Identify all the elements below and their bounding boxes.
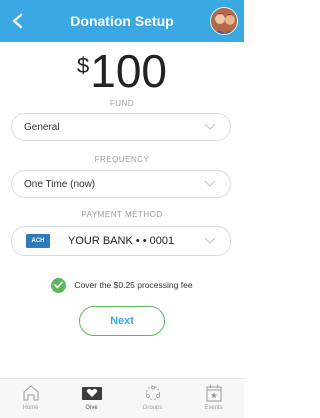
fund-select[interactable]: General: [11, 113, 231, 141]
payment-method-select[interactable]: ACH YOUR BANK • • 0001: [11, 226, 231, 256]
processing-fee-option: Cover the $0.25 processing fee: [0, 276, 244, 294]
fee-text: Cover the $0.25 processing fee: [74, 280, 193, 290]
calendar-icon: [206, 385, 221, 402]
chevron-left-icon: [12, 13, 23, 29]
frequency-label: FREQUENCY: [94, 155, 150, 164]
back-button[interactable]: [6, 9, 30, 33]
avatar-image: [211, 8, 237, 34]
frequency-select[interactable]: One Time (now): [11, 170, 231, 198]
payment-method-label: PAYMENT METHOD: [81, 210, 163, 219]
tab-give-label: Give: [85, 405, 98, 411]
donation-amount[interactable]: $ 100: [0, 48, 244, 98]
ach-badge: ACH: [26, 234, 50, 248]
tab-groups[interactable]: Groups: [122, 379, 183, 418]
chevron-down-icon: [204, 237, 216, 244]
next-button[interactable]: Next: [79, 306, 165, 336]
checkmark-icon: [54, 281, 64, 289]
page-title: Donation Setup: [70, 13, 174, 29]
tab-groups-label: Groups: [142, 405, 163, 411]
fund-label: FUND: [109, 99, 135, 108]
chevron-down-icon: [204, 123, 216, 130]
give-icon: [81, 387, 102, 400]
avatar[interactable]: [210, 7, 238, 35]
groups-icon: [145, 385, 160, 400]
tab-home-label: Home: [22, 405, 39, 411]
tab-home[interactable]: Home: [0, 379, 61, 418]
currency-symbol: $: [77, 53, 90, 78]
tab-events-label: Events: [204, 405, 223, 411]
home-icon: [23, 385, 38, 401]
payment-method-value: YOUR BANK • • 0001: [68, 235, 175, 247]
frequency-value: One Time (now): [24, 178, 96, 190]
fund-value: General: [24, 121, 60, 133]
chevron-down-icon: [204, 180, 216, 187]
tab-give[interactable]: Give: [61, 379, 122, 418]
tab-events[interactable]: Events: [183, 379, 244, 418]
tab-bar: Home Give Groups Events: [0, 378, 244, 418]
fee-checkbox[interactable]: [51, 277, 67, 293]
amount-value: 100: [90, 45, 167, 97]
header-bar: Donation Setup: [0, 0, 244, 42]
